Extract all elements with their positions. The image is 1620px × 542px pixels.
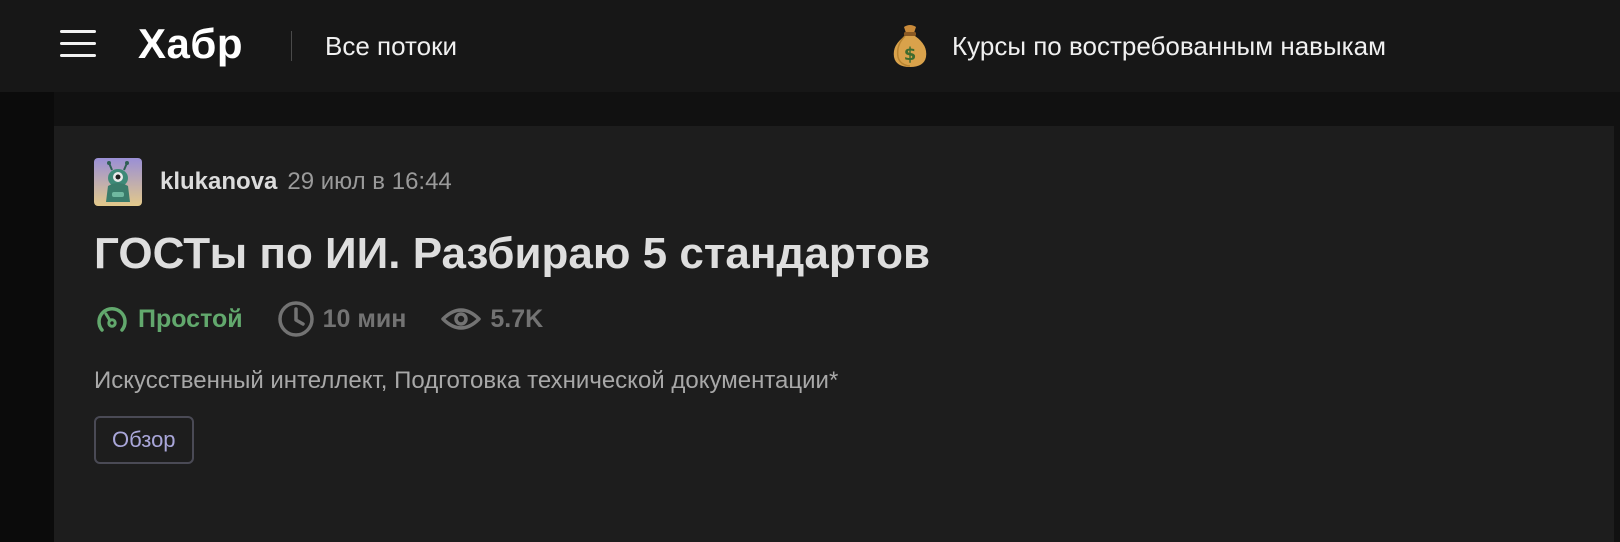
article-title[interactable]: ГОСТы по ИИ. Разбираю 5 стандартов <box>94 226 930 282</box>
clock-icon <box>277 301 314 337</box>
promo-text: Курсы по востребованным навыкам <box>952 31 1386 61</box>
article-meta: klukanova 29 июл в 16:44 <box>94 158 452 206</box>
hamburger-line <box>60 54 96 57</box>
views-count: 5.7K <box>440 304 543 334</box>
complexity-badge: Простой <box>94 301 243 337</box>
left-gutter <box>0 92 54 542</box>
svg-text:$: $ <box>904 44 917 65</box>
author-name[interactable]: klukanova <box>160 168 277 196</box>
hamburger-line <box>60 42 96 45</box>
article-hubs: Искусственный интеллект, Подготовка техн… <box>94 366 838 396</box>
reading-time: 10 мин <box>277 300 407 338</box>
site-header: Хабр Все потоки $ Курсы по востребованны… <box>0 0 1620 92</box>
author-avatar[interactable] <box>94 158 142 206</box>
courses-promo-link[interactable]: $ Курсы по востребованным навыкам <box>890 22 1386 70</box>
hamburger-line <box>60 30 96 33</box>
money-bag-icon: $ <box>893 25 927 67</box>
all-streams-link[interactable]: Все потоки <box>325 30 457 62</box>
complexity-gauge-icon <box>97 306 127 332</box>
avatar-robot-icon <box>94 158 142 206</box>
site-logo[interactable]: Хабр <box>138 20 243 68</box>
article-type-tag[interactable]: Обзор <box>94 416 194 464</box>
eye-icon <box>441 308 482 330</box>
publish-date: 29 июл в 16:44 <box>287 168 452 195</box>
article-stats: Простой 10 мин 5.7K <box>94 298 577 340</box>
header-divider <box>291 31 292 61</box>
hub-link-tech-docs[interactable]: Подготовка технической документации* <box>394 367 838 394</box>
reading-time-value: 10 мин <box>322 304 407 333</box>
article-card: klukanova 29 июл в 16:44 ГОСТы по ИИ. Ра… <box>54 126 1614 542</box>
views-value: 5.7K <box>490 304 544 333</box>
hub-separator: , <box>380 367 395 394</box>
menu-hamburger-icon[interactable] <box>60 28 96 60</box>
complexity-label: Простой <box>138 304 243 333</box>
hub-link-ai[interactable]: Искусственный интеллект <box>94 367 381 394</box>
